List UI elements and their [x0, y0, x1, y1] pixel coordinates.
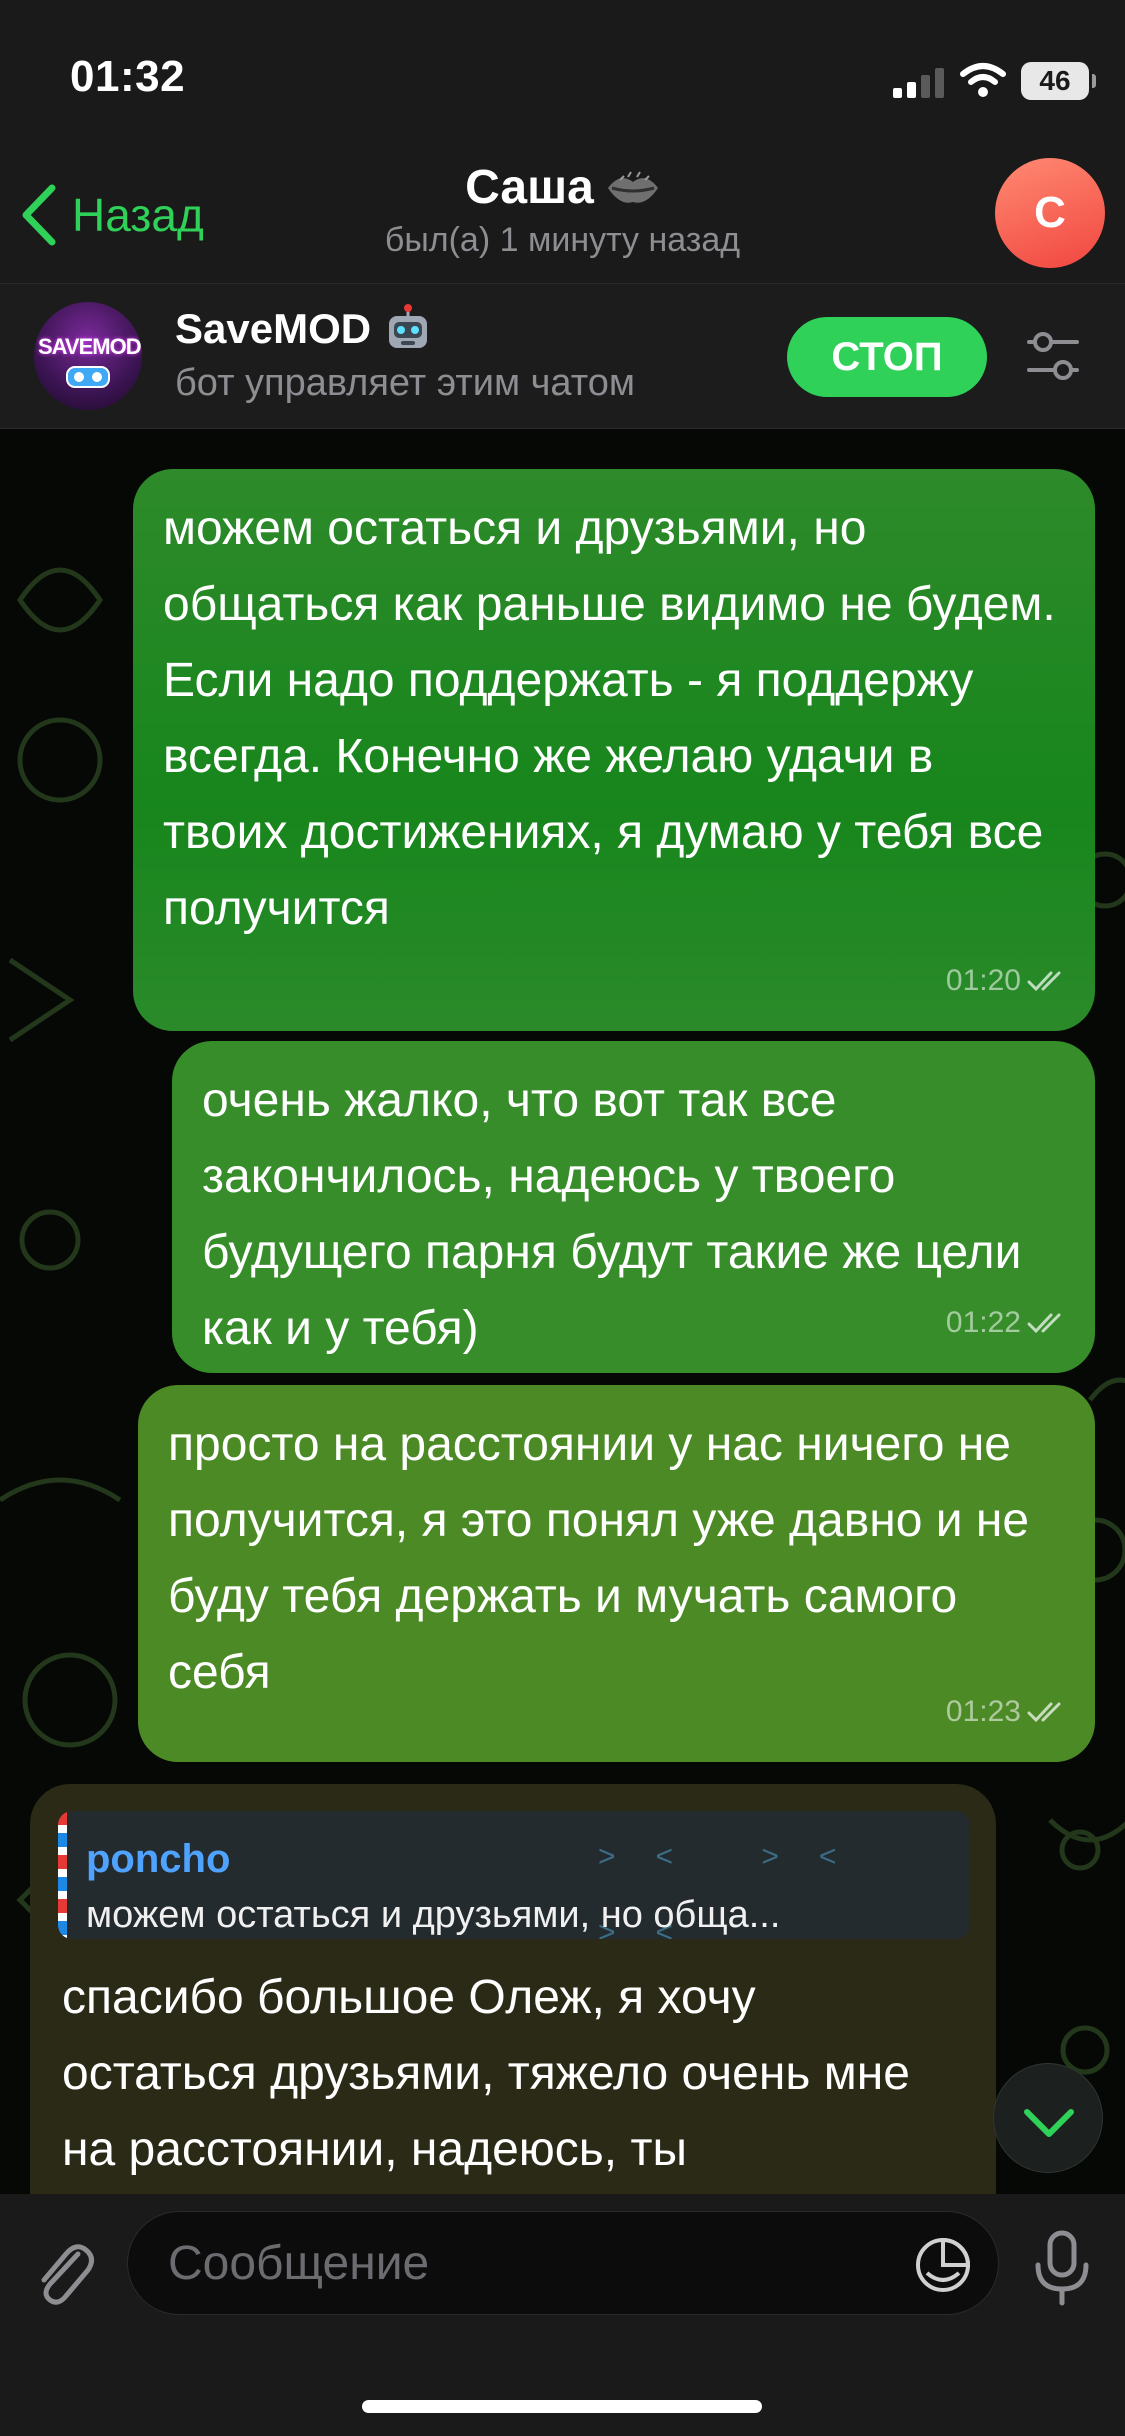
back-label: Назад — [72, 189, 204, 241]
wifi-icon — [960, 63, 1006, 97]
message-meta: 01:20 — [946, 943, 1071, 1019]
bot-avatar[interactable]: SAVEMOD — [34, 302, 142, 410]
message-text: спасибо большое Олеж, я хочу остаться др… — [62, 1971, 910, 2176]
status-bar: 01:32 46 — [0, 0, 1125, 150]
status-time: 01:32 — [70, 52, 186, 101]
message-list[interactable]: можем остаться и друзьями, но общаться к… — [0, 429, 1125, 2194]
robot-eyes-icon — [66, 366, 110, 388]
bot-banner: SAVEMOD SaveMOD бот управляет этим чатом… — [0, 283, 1125, 429]
robot-emoji-icon — [389, 304, 428, 348]
double-check-icon — [1027, 1702, 1061, 1723]
lips-emoji-icon — [607, 170, 658, 203]
message-text: очень жалко, что вот так все закончилось… — [202, 1074, 1022, 1355]
battery-indicator: 46 — [1021, 62, 1096, 100]
bot-name-text: SaveMOD — [175, 305, 372, 352]
bot-name: SaveMOD — [175, 304, 433, 354]
message-time: 01:22 — [945, 1306, 1021, 1339]
bot-description: бот управляет этим чатом — [175, 362, 635, 404]
bot-settings-icon[interactable] — [1025, 324, 1081, 388]
sticker-icon[interactable] — [913, 2235, 973, 2295]
microphone-icon[interactable] — [1030, 2229, 1094, 2309]
composer-bar — [0, 2194, 1125, 2436]
chat-title: Саша — [465, 160, 660, 215]
message-bubble-outgoing[interactable]: очень жалко, что вот так все закончилось… — [172, 1041, 1095, 1373]
nav-bar: Назад Саша был(а) 1 минуту назад С — [0, 150, 1125, 283]
chevron-down-icon — [1024, 2109, 1074, 2137]
home-indicator[interactable] — [362, 2400, 762, 2413]
message-time: 01:23 — [945, 1695, 1021, 1728]
chat-title-text: Саша — [465, 161, 594, 214]
contact-avatar[interactable]: С — [995, 158, 1105, 268]
reply-quote[interactable]: >< >< >< poncho можем остаться и друзьям… — [58, 1811, 970, 1939]
double-check-icon — [1027, 1313, 1061, 1334]
header: 01:32 46 Назад Саша был(а) 1 минуту наза… — [0, 0, 1125, 283]
message-text: можем остаться и друзьями, но общаться к… — [163, 502, 1056, 935]
paperclip-icon[interactable] — [32, 2234, 96, 2310]
message-input-field[interactable] — [127, 2211, 999, 2315]
message-bubble-outgoing[interactable]: просто на расстоянии у нас ничего не пол… — [138, 1385, 1095, 1762]
back-button[interactable]: Назад — [18, 182, 204, 248]
chat-subtitle: был(а) 1 минуту назад — [384, 221, 741, 259]
message-text: просто на расстоянии у нас ничего не пол… — [168, 1418, 1030, 1699]
message-meta: 01:22 — [946, 1285, 1071, 1361]
message-input[interactable] — [168, 2212, 888, 2314]
message-bubble-incoming[interactable]: >< >< >< poncho можем остаться и друзьям… — [30, 1784, 996, 2194]
scroll-down-button[interactable] — [993, 2063, 1103, 2173]
bot-avatar-logo: SAVEMOD — [38, 334, 142, 359]
cellular-signal-icon — [893, 66, 945, 98]
reply-text: можем остаться и друзьями, но обща... — [86, 1894, 781, 1936]
reply-accent-bar — [58, 1811, 67, 1939]
message-bubble-outgoing[interactable]: можем остаться и друзьями, но общаться к… — [133, 469, 1095, 1031]
double-check-icon — [1027, 971, 1061, 992]
message-meta: 01:23 — [946, 1674, 1071, 1750]
message-time: 01:20 — [945, 964, 1021, 997]
chat-title-area[interactable]: Саша был(а) 1 минуту назад — [250, 160, 875, 260]
stop-bot-button[interactable]: СТОП — [787, 317, 987, 397]
chevron-left-icon — [22, 184, 56, 246]
